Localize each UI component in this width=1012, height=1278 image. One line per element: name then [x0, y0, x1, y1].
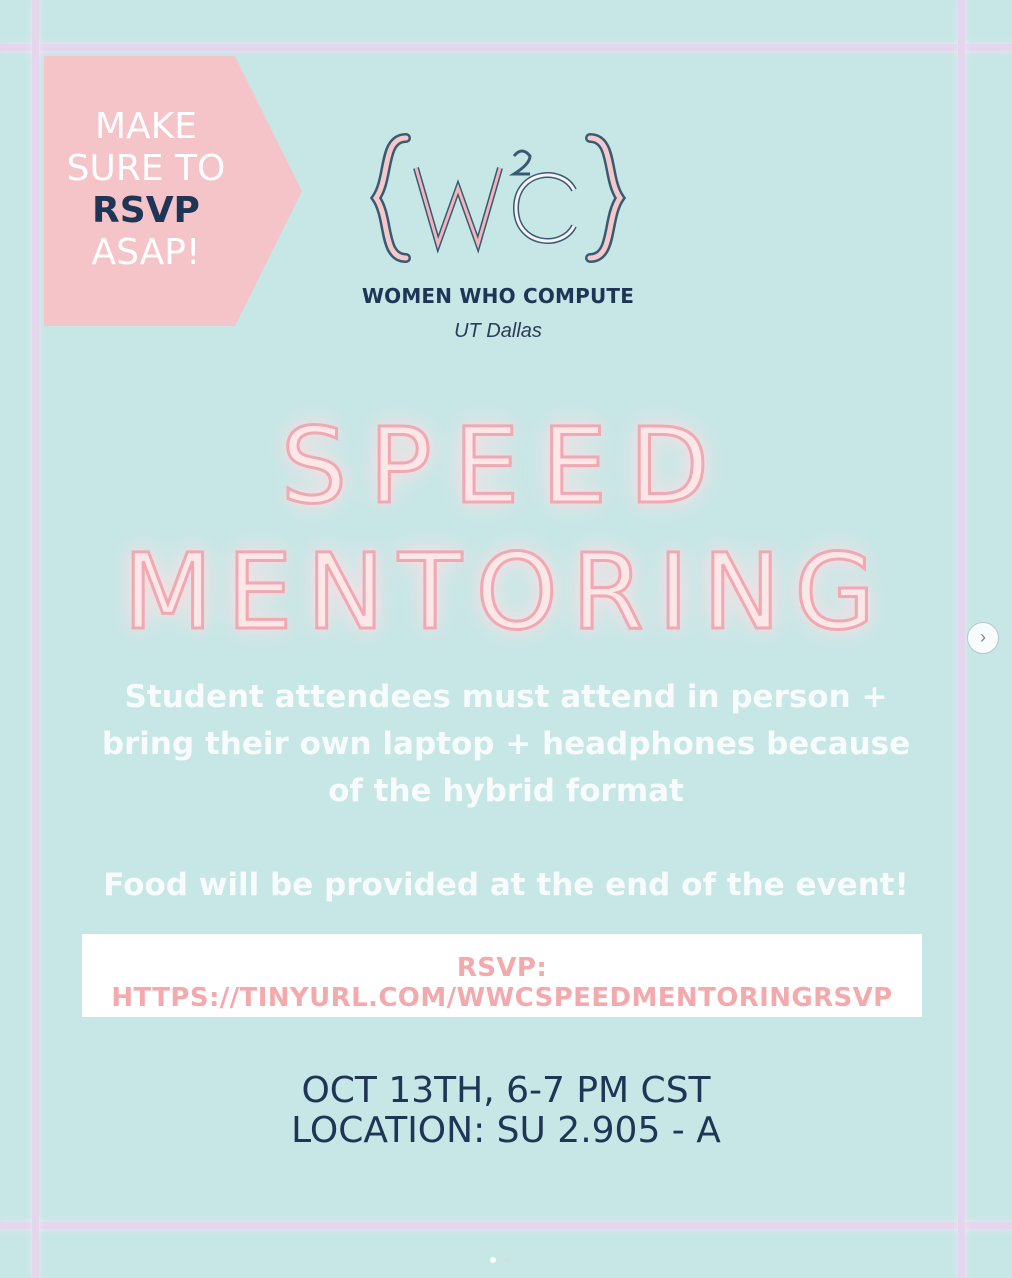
event-location: LOCATION: SU 2.905 - A [291, 1110, 721, 1151]
event-date: OCT 13TH, 6-7 PM CST [301, 1070, 711, 1111]
frame-line-top [0, 44, 1012, 51]
org-name: WOMEN WHO COMPUTE [361, 284, 635, 308]
banner-line-2: SURE TO [66, 148, 226, 189]
attendance-note: Student attendees must attend in person … [101, 679, 911, 809]
banner-line-4: ASAP! [91, 232, 201, 273]
rsvp-banner-text: MAKE SURE TO RSVP ASAP! [44, 106, 248, 274]
banner-line-3: RSVP [92, 190, 200, 231]
rsvp-link[interactable]: RSVP: HTTPS://TINYURL.COM/WWCSPEEDMENTOR… [82, 953, 922, 1013]
org-subtitle: UT Dallas [454, 320, 542, 342]
carousel-dot[interactable] [504, 1257, 511, 1263]
food-note: Food will be provided at the end of the … [103, 867, 909, 903]
wwc-logo [369, 133, 627, 263]
frame-line-bottom [0, 1222, 1012, 1229]
headline-speed: SPEED [279, 405, 732, 528]
carousel-dots [490, 1250, 514, 1268]
headline-mentoring: MENTORING [122, 531, 889, 654]
carousel-dot-active[interactable] [490, 1257, 496, 1263]
banner-line-1: MAKE [94, 106, 198, 147]
chevron-right-icon[interactable]: › [967, 622, 999, 654]
